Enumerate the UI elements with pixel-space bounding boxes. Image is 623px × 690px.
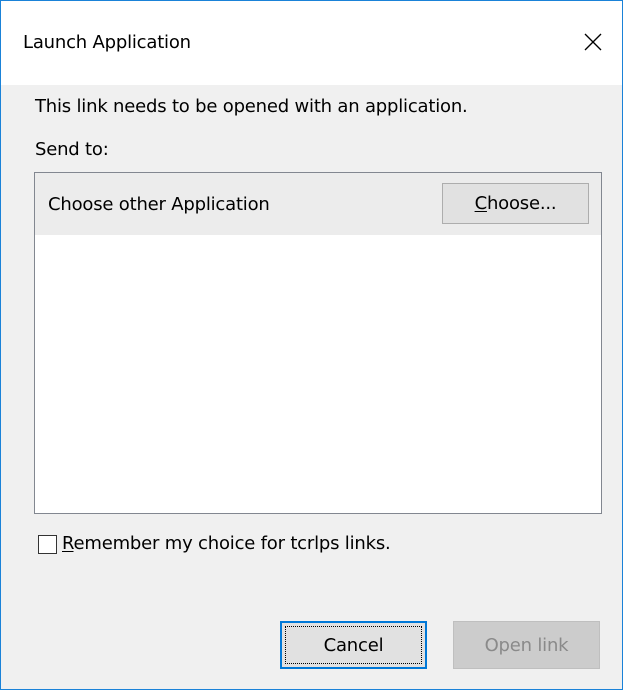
cancel-button[interactable]: Cancel — [280, 621, 427, 669]
close-button[interactable] — [564, 17, 622, 67]
open-link-button[interactable]: Open link — [453, 621, 600, 669]
remember-choice-label[interactable]: Remember my choice for tcrlps links. — [62, 531, 391, 557]
list-item-choose-other[interactable]: Choose other Application Choose... — [35, 173, 601, 235]
message-text: This link needs to be opened with an app… — [35, 96, 468, 117]
dialog-body: This link needs to be opened with an app… — [1, 85, 622, 689]
launch-application-dialog: Launch Application This link needs to be… — [0, 0, 623, 690]
choose-mnemonic: C — [474, 193, 488, 214]
remember-mnemonic: R — [62, 533, 74, 554]
title-bar: Launch Application — [1, 1, 622, 85]
remember-label-rest: emember my choice for tcrlps links. — [73, 533, 391, 554]
choose-label: hoose... — [486, 193, 557, 214]
remember-choice-checkbox[interactable] — [38, 534, 57, 554]
open-link-label: Open link — [484, 634, 569, 656]
list-item-label: Choose other Application — [48, 194, 270, 215]
application-list[interactable]: Choose other Application Choose... — [34, 172, 602, 514]
cancel-label: Cancel — [323, 634, 384, 656]
close-icon — [583, 32, 603, 52]
choose-button[interactable]: Choose... — [442, 183, 589, 224]
send-to-label: Send to: — [35, 139, 109, 160]
dialog-title: Launch Application — [23, 32, 191, 53]
remember-choice-row[interactable]: Remember my choice for tcrlps links. — [38, 531, 391, 557]
